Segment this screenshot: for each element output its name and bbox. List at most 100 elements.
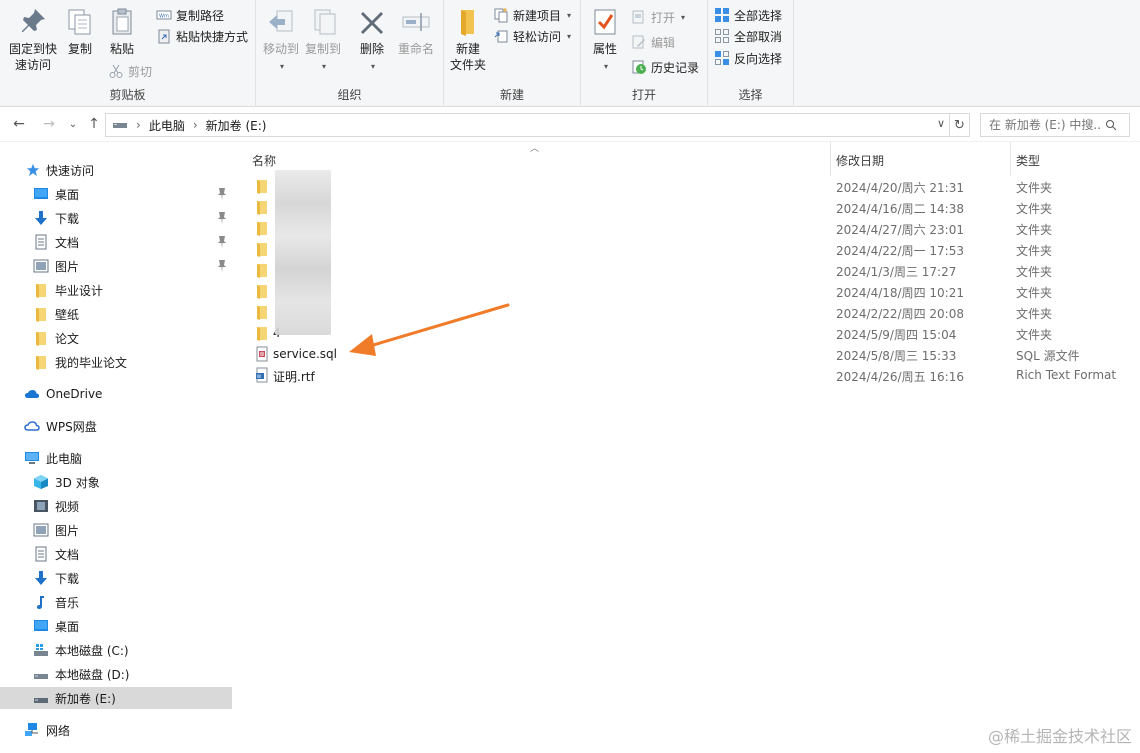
file-row[interactable]: 2024/4/22/周一 17:53 文件夹 (248, 239, 1128, 260)
column-header-name[interactable]: 名称 (252, 148, 827, 172)
pin-icon[interactable] (216, 211, 228, 225)
video-icon (34, 500, 48, 512)
file-date: 2024/4/27/周六 23:01 (836, 223, 964, 237)
column-divider[interactable] (830, 142, 831, 176)
sidebar-item-desktop-pc[interactable]: 桌面 (0, 615, 232, 637)
sidebar-item-documents[interactable]: 文档 (0, 231, 232, 253)
new-folder-button[interactable]: 新建 文件夹 (448, 6, 488, 73)
sidebar-item-onedrive[interactable]: OneDrive (0, 383, 232, 405)
move-to-button[interactable]: 移动到▾ (262, 6, 300, 75)
sidebar-item-3d-objects[interactable]: 3D 对象 (0, 471, 232, 493)
file-list-pane: ︿ 名称 修改日期 类型 2024/4/20/周六 21:31 文件夹 2024… (240, 142, 1140, 753)
select-all-button[interactable]: 全部选择 (714, 5, 782, 25)
cloud-icon (25, 390, 39, 398)
new-group-label: 新建 (499, 88, 524, 102)
folder-icon (257, 306, 267, 320)
sidebar-item-network[interactable]: 网络 (0, 719, 232, 741)
windows-drive-icon (34, 644, 48, 656)
file-date: 2024/4/18/周四 10:21 (836, 286, 964, 300)
properties-button[interactable]: 属性 ▾ (588, 6, 622, 75)
sidebar-item-my-thesis[interactable]: 我的毕业论文 (0, 351, 232, 373)
file-type: 文件夹 (1016, 181, 1053, 195)
folder-icon (257, 222, 267, 236)
cut-button[interactable]: 剪切 (108, 61, 152, 81)
file-row[interactable]: 2024/4/18/周四 10:21 文件夹 (248, 281, 1128, 302)
copy-to-icon (314, 9, 336, 35)
delete-button[interactable]: 删除 ▾ (356, 6, 388, 75)
file-row[interactable]: 4 2024/5/9/周四 15:04 文件夹 (248, 323, 1128, 344)
paste-button[interactable]: 粘贴 (104, 6, 140, 57)
sidebar-item-music[interactable]: 音乐 (0, 591, 232, 613)
edit-button[interactable]: 编辑 (631, 32, 675, 52)
pin-icon[interactable] (216, 235, 228, 249)
invert-selection-button[interactable]: 反向选择 (714, 48, 782, 68)
column-divider[interactable] (1010, 142, 1011, 176)
sidebar-item-downloads[interactable]: 下载 (0, 207, 232, 229)
easy-access-button[interactable]: 轻松访问 ▾ (493, 26, 571, 46)
back-button[interactable]: ← (10, 115, 28, 133)
back-arrow-icon: ← (13, 116, 25, 132)
copy-path-button[interactable]: Wm 复制路径 (156, 5, 224, 25)
sidebar-item-wallpaper[interactable]: 壁纸 (0, 303, 232, 325)
sidebar-item-graduation-design[interactable]: 毕业设计 (0, 279, 232, 301)
organize-group: 移动到▾ 复制到▾ 删除 ▾ 重命名 组织 (256, 0, 444, 107)
file-row[interactable]: service.sql 2024/5/8/周三 15:33 SQL 源文件 (248, 344, 1128, 365)
search-input[interactable] (989, 118, 1101, 132)
select-none-button[interactable]: 全部取消 (714, 26, 782, 46)
sidebar-item-new-volume-e[interactable]: 新加卷 (E:) (0, 687, 232, 709)
paste-shortcut-button[interactable]: 粘贴快捷方式 (156, 26, 248, 46)
sidebar-item-pictures-pc[interactable]: 图片 (0, 519, 232, 541)
pin-icon[interactable] (216, 259, 228, 273)
address-dropdown-icon[interactable]: ∨ (937, 117, 945, 130)
sidebar-item-quick-access[interactable]: 快速访问 (0, 159, 232, 181)
refresh-button[interactable]: ↻ (950, 113, 970, 137)
file-date: 2024/4/22/周一 17:53 (836, 244, 964, 258)
folder-icon (257, 264, 267, 278)
sidebar-item-wps-cloud[interactable]: WPS网盘 (0, 415, 232, 437)
file-type: 文件夹 (1016, 286, 1053, 300)
rename-button[interactable]: 重命名 (396, 6, 436, 57)
folder-icon (36, 356, 46, 370)
scissors-icon (109, 64, 123, 78)
history-button[interactable]: 历史记录 (631, 57, 699, 77)
copy-button[interactable]: 复制 (64, 6, 96, 57)
open-button[interactable]: 打开 ▾ (631, 7, 685, 27)
file-row[interactable]: 2024/4/16/周二 14:38 文件夹 (248, 197, 1128, 218)
copy-to-button[interactable]: 复制到▾ (304, 6, 342, 75)
delete-x-icon (361, 12, 383, 34)
svg-text:W: W (257, 374, 262, 380)
network-icon (25, 723, 38, 736)
file-row[interactable]: 2024/2/22/周四 20:08 文件夹 (248, 302, 1128, 323)
file-name: service.sql (273, 347, 338, 361)
search-icon (1106, 120, 1117, 131)
rtf-file-icon: W (256, 367, 268, 383)
sidebar-item-thesis[interactable]: 论文 (0, 327, 232, 349)
sidebar-item-downloads-pc[interactable]: 下载 (0, 567, 232, 589)
file-row[interactable]: W 证明.rtf 2024/4/26/周五 16:16 Rich Text Fo… (248, 365, 1128, 386)
search-box[interactable] (980, 113, 1130, 137)
forward-button[interactable]: → (40, 115, 58, 133)
file-type: 文件夹 (1016, 265, 1053, 279)
file-row[interactable]: 2024/4/20/周六 21:31 文件夹 (248, 176, 1128, 197)
file-row[interactable]: 2024/1/3/周三 17:27 文件夹 (248, 260, 1128, 281)
address-bar[interactable]: › 此电脑 › 新加卷 (E:) ∨ (105, 113, 950, 137)
file-row[interactable]: 2024/4/27/周六 23:01 文件夹 (248, 218, 1128, 239)
recent-locations-button[interactable]: ⌄ (64, 115, 82, 133)
breadcrumb-current-drive[interactable]: 新加卷 (E:) (206, 117, 267, 134)
music-icon (37, 596, 44, 609)
pin-icon[interactable] (216, 187, 228, 201)
new-item-button[interactable]: 新建项目 ▾ (493, 5, 571, 25)
sidebar-item-pictures[interactable]: 图片 (0, 255, 232, 277)
column-header-date[interactable]: 修改日期 (836, 148, 1006, 172)
sidebar-item-videos[interactable]: 视频 (0, 495, 232, 517)
sidebar-item-desktop[interactable]: 桌面 (0, 183, 232, 205)
sidebar-item-local-disk-d[interactable]: 本地磁盘 (D:) (0, 663, 232, 685)
breadcrumb-this-pc[interactable]: 此电脑 (149, 117, 185, 134)
sidebar-item-documents-pc[interactable]: 文档 (0, 543, 232, 565)
wps-cloud-icon (24, 421, 40, 431)
up-button[interactable]: ↑ (85, 115, 103, 133)
column-header-type[interactable]: 类型 (1016, 148, 1136, 172)
pin-quick-access-button[interactable]: 固定到快 速访问 (6, 6, 60, 73)
sidebar-item-local-disk-c[interactable]: 本地磁盘 (C:) (0, 639, 232, 661)
sidebar-item-this-pc[interactable]: 此电脑 (0, 447, 232, 469)
